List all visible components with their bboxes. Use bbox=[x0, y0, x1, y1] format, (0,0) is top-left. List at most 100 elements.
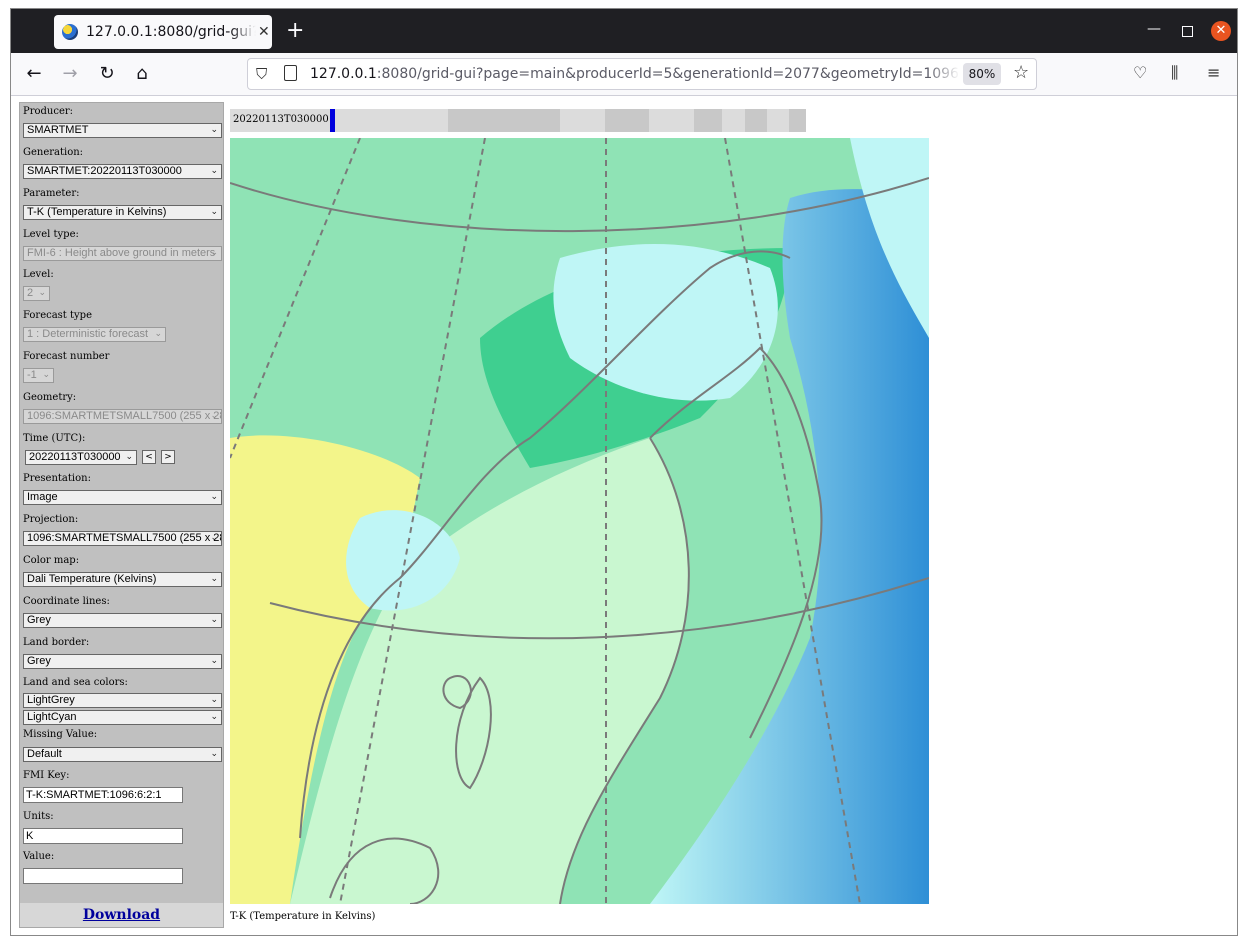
sea-color-select[interactable]: LightCyan ⌄ bbox=[23, 710, 222, 725]
generation-value: SMARTMET:20220113T030000 bbox=[27, 165, 182, 177]
home-icon[interactable]: ⌂ bbox=[130, 62, 154, 86]
timeline-label: 20220113T030000 bbox=[233, 114, 329, 125]
chevron-down-icon: ⌄ bbox=[210, 491, 218, 501]
browser-tab[interactable]: 127.0.0.1:8080/grid-gui?page=main&produc… bbox=[54, 15, 272, 49]
time-select[interactable]: 20220113T030000 ⌄ bbox=[25, 450, 137, 465]
forecast-type-label: Forecast type bbox=[23, 310, 92, 321]
maximize-icon[interactable] bbox=[1182, 26, 1193, 37]
time-label: Time (UTC): bbox=[23, 433, 86, 444]
chevron-down-icon: ⌄ bbox=[42, 369, 50, 379]
coordinate-lines-value: Grey bbox=[27, 614, 51, 626]
shield-icon[interactable]: ⛉ bbox=[256, 65, 267, 83]
page-content: Producer: SMARTMET ⌄ Generation: SMARTMET… bbox=[11, 96, 1237, 935]
chevron-down-icon: ⌄ bbox=[210, 247, 218, 257]
producer-select[interactable]: SMARTMET ⌄ bbox=[23, 123, 222, 138]
chevron-down-icon: ⌄ bbox=[210, 711, 218, 721]
forecast-number-value: -1 bbox=[27, 369, 37, 381]
land-border-label: Land border: bbox=[23, 637, 90, 648]
timeline-segment[interactable] bbox=[605, 109, 649, 132]
chevron-down-icon: ⌄ bbox=[210, 532, 218, 542]
fmi-key-field[interactable]: T-K:SMARTMET:1096:6:2:1 bbox=[23, 787, 183, 803]
land-sea-colors-label: Land and sea colors: bbox=[23, 677, 128, 688]
time-value: 20220113T030000 bbox=[29, 451, 121, 463]
chevron-down-icon: ⌄ bbox=[210, 748, 218, 758]
browser-titlebar: 127.0.0.1:8080/grid-gui?page=main&produc… bbox=[11, 9, 1237, 53]
coordinate-lines-select[interactable]: Grey ⌄ bbox=[23, 613, 222, 628]
chevron-down-icon: ⌄ bbox=[210, 124, 218, 134]
bookmark-star-icon[interactable]: ☆ bbox=[1013, 62, 1029, 83]
geometry-select[interactable]: 1096:SMARTMETSMALL7500 (255 x 280) ⌄ bbox=[23, 409, 222, 424]
units-field[interactable]: K bbox=[23, 828, 183, 844]
url-host: 127.0.0.1 bbox=[310, 66, 377, 82]
next-time-button[interactable]: > bbox=[161, 450, 175, 464]
chevron-down-icon: ⌄ bbox=[154, 328, 162, 338]
url-text[interactable]: 127.0.0.1:8080/grid-gui?page=main&produc… bbox=[310, 66, 960, 82]
chevron-down-icon: ⌄ bbox=[210, 410, 218, 420]
minimize-icon[interactable]: — bbox=[1147, 21, 1161, 37]
level-type-value: FMI-6 : Height above ground in meters bbox=[27, 247, 216, 259]
zoom-level-button[interactable]: 80% bbox=[963, 63, 1001, 85]
previous-time-button[interactable]: < bbox=[142, 450, 156, 464]
timeline-segment[interactable] bbox=[745, 109, 767, 132]
new-tab-icon[interactable]: + bbox=[286, 20, 304, 42]
reload-icon[interactable]: ↻ bbox=[95, 62, 119, 86]
parameter-select[interactable]: T-K (Temperature in Kelvins) ⌄ bbox=[23, 205, 222, 220]
geometry-label: Geometry: bbox=[23, 392, 77, 403]
pocket-icon[interactable]: ♡ bbox=[1133, 63, 1147, 82]
level-type-label: Level type: bbox=[23, 229, 79, 240]
value-field[interactable] bbox=[23, 868, 183, 884]
map-caption: T-K (Temperature in Kelvins) bbox=[230, 911, 376, 922]
land-color-select[interactable]: LightGrey ⌄ bbox=[23, 693, 222, 708]
timeline-segment[interactable] bbox=[448, 109, 560, 132]
timeline-segment[interactable] bbox=[789, 109, 806, 132]
globe-icon bbox=[62, 24, 78, 40]
forward-arrow-icon[interactable]: → bbox=[58, 62, 82, 86]
address-bar[interactable]: ⛉ 127.0.0.1:8080/grid-gui?page=main&prod… bbox=[247, 58, 1037, 90]
land-border-value: Grey bbox=[27, 655, 51, 667]
download-link[interactable]: Download bbox=[83, 907, 160, 923]
coordinate-lines-label: Coordinate lines: bbox=[23, 596, 110, 607]
projection-select[interactable]: 1096:SMARTMETSMALL7500 (255 x 280) ⌄ bbox=[23, 531, 222, 546]
page-icon[interactable] bbox=[284, 65, 297, 81]
timeline-cursor[interactable] bbox=[330, 109, 335, 132]
time-selector-bar[interactable]: 20220113T030000 bbox=[230, 109, 806, 132]
window-close-icon[interactable]: ✕ bbox=[1211, 21, 1231, 41]
level-select[interactable]: 2 ⌄ bbox=[23, 286, 50, 301]
download-area: Download bbox=[20, 903, 223, 927]
forecast-type-select[interactable]: 1 : Deterministic forecast ⌄ bbox=[23, 327, 166, 342]
level-type-select[interactable]: FMI-6 : Height above ground in meters ⌄ bbox=[23, 246, 222, 261]
menu-icon[interactable]: ≡ bbox=[1207, 63, 1220, 82]
generation-select[interactable]: SMARTMET:20220113T030000 ⌄ bbox=[23, 164, 222, 179]
geometry-value: 1096:SMARTMETSMALL7500 (255 x 280) bbox=[27, 410, 222, 422]
presentation-select[interactable]: Image ⌄ bbox=[23, 490, 222, 505]
parameter-value: T-K (Temperature in Kelvins) bbox=[27, 206, 167, 218]
land-border-select[interactable]: Grey ⌄ bbox=[23, 654, 222, 669]
back-arrow-icon[interactable]: ← bbox=[22, 62, 46, 86]
color-map-label: Color map: bbox=[23, 555, 80, 566]
chevron-down-icon: ⌄ bbox=[210, 206, 218, 216]
missing-value-value: Default bbox=[27, 748, 62, 760]
producer-value: SMARTMET bbox=[27, 124, 89, 136]
land-color-value: LightGrey bbox=[27, 694, 75, 706]
navigation-toolbar: ← → ↻ ⌂ ⛉ 127.0.0.1:8080/grid-gui?page=m… bbox=[11, 53, 1237, 96]
temperature-map[interactable] bbox=[230, 138, 929, 904]
chevron-down-icon: ⌄ bbox=[210, 573, 218, 583]
timeline-segment[interactable] bbox=[694, 109, 722, 132]
forecast-number-select[interactable]: -1 ⌄ bbox=[23, 368, 54, 383]
level-value: 2 bbox=[27, 287, 34, 299]
sea-color-value: LightCyan bbox=[27, 711, 77, 723]
projection-value: 1096:SMARTMETSMALL7500 (255 x 280) bbox=[27, 532, 222, 544]
generation-label: Generation: bbox=[23, 147, 84, 158]
units-label: Units: bbox=[23, 811, 54, 822]
parameter-label: Parameter: bbox=[23, 188, 80, 199]
chevron-down-icon: ⌄ bbox=[38, 287, 46, 297]
chevron-down-icon: ⌄ bbox=[210, 655, 218, 665]
library-icon[interactable]: ⫼ bbox=[1171, 63, 1178, 83]
map-image bbox=[230, 138, 929, 904]
browser-window: 127.0.0.1:8080/grid-gui?page=main&produc… bbox=[10, 8, 1238, 936]
color-map-select[interactable]: Dali Temperature (Kelvins) ⌄ bbox=[23, 572, 222, 587]
missing-value-select[interactable]: Default ⌄ bbox=[23, 747, 222, 762]
fmi-key-label: FMI Key: bbox=[23, 770, 70, 781]
url-path: :8080/grid-gui?page=main&producerId=5&ge… bbox=[376, 66, 960, 82]
tab-close-icon[interactable]: ✕ bbox=[258, 24, 270, 40]
